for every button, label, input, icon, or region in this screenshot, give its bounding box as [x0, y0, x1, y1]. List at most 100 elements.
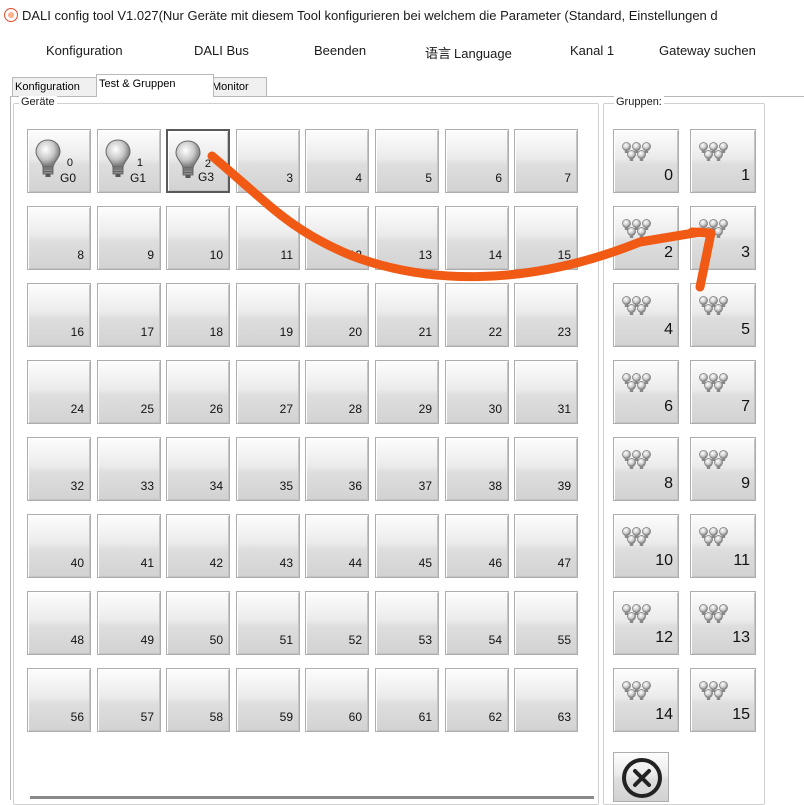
- tab-konfiguration[interactable]: Konfiguration: [12, 77, 101, 96]
- device-button[interactable]: 13: [375, 206, 439, 270]
- group-button[interactable]: 9: [690, 437, 756, 501]
- device-button[interactable]: 34: [166, 437, 230, 501]
- device-button[interactable]: 24: [27, 360, 91, 424]
- device-button[interactable]: 59: [236, 668, 300, 732]
- device-button[interactable]: 50: [166, 591, 230, 655]
- group-button[interactable]: 12: [613, 591, 679, 655]
- group-button[interactable]: 8: [613, 437, 679, 501]
- device-button[interactable]: 28: [305, 360, 369, 424]
- device-button[interactable]: 63: [514, 668, 578, 732]
- device-button[interactable]: 45: [375, 514, 439, 578]
- group-button[interactable]: 7: [690, 360, 756, 424]
- device-button[interactable]: 35: [236, 437, 300, 501]
- device-button[interactable]: 51: [236, 591, 300, 655]
- device-button[interactable]: 48: [27, 591, 91, 655]
- device-button[interactable]: 62: [445, 668, 509, 732]
- device-button[interactable]: 15: [514, 206, 578, 270]
- device-button[interactable]: 30: [445, 360, 509, 424]
- group-button[interactable]: 0: [613, 129, 679, 193]
- device-button[interactable]: 5: [375, 129, 439, 193]
- menu-gateway-suchen[interactable]: Gateway suchen: [659, 43, 756, 58]
- group-button[interactable]: 13: [690, 591, 756, 655]
- device-button[interactable]: 56: [27, 668, 91, 732]
- group-number: 6: [664, 398, 673, 415]
- group-button[interactable]: 3: [690, 206, 756, 270]
- device-button[interactable]: 8: [27, 206, 91, 270]
- group-button[interactable]: 15: [690, 668, 756, 732]
- menu-kanal[interactable]: Kanal 1: [570, 43, 614, 58]
- device-button[interactable]: 55: [514, 591, 578, 655]
- device-button[interactable]: 37: [375, 437, 439, 501]
- device-button[interactable]: 3: [236, 129, 300, 193]
- group-button[interactable]: 6: [613, 360, 679, 424]
- device-button[interactable]: 42: [166, 514, 230, 578]
- device-button[interactable]: 11: [236, 206, 300, 270]
- device-button[interactable]: 22: [445, 283, 509, 347]
- device-button[interactable]: 38: [445, 437, 509, 501]
- device-button[interactable]: 0 G0: [27, 129, 91, 193]
- device-button[interactable]: 27: [236, 360, 300, 424]
- device-button[interactable]: 25: [97, 360, 161, 424]
- device-button[interactable]: 39: [514, 437, 578, 501]
- device-button[interactable]: 54: [445, 591, 509, 655]
- device-button[interactable]: 61: [375, 668, 439, 732]
- device-button[interactable]: 52: [305, 591, 369, 655]
- device-button[interactable]: 18: [166, 283, 230, 347]
- bulb-group-icon: [699, 373, 728, 392]
- device-button[interactable]: 31: [514, 360, 578, 424]
- device-button[interactable]: 60: [305, 668, 369, 732]
- menu-beenden[interactable]: Beenden: [314, 43, 366, 58]
- device-button[interactable]: 49: [97, 591, 161, 655]
- device-button[interactable]: 58: [166, 668, 230, 732]
- device-button[interactable]: 16: [27, 283, 91, 347]
- group-button[interactable]: 1: [690, 129, 756, 193]
- menu-language[interactable]: 语言 Language: [425, 43, 512, 62]
- device-number: 6: [495, 171, 502, 185]
- device-button[interactable]: 7: [514, 129, 578, 193]
- group-button[interactable]: 4: [613, 283, 679, 347]
- group-button[interactable]: 2: [613, 206, 679, 270]
- group-button[interactable]: 5: [690, 283, 756, 347]
- device-button[interactable]: 47: [514, 514, 578, 578]
- device-button[interactable]: 46: [445, 514, 509, 578]
- group-button[interactable]: 14: [613, 668, 679, 732]
- tab-test-gruppen[interactable]: Test & Gruppen: [96, 74, 214, 97]
- device-button[interactable]: 6: [445, 129, 509, 193]
- menu-konfiguration[interactable]: Konfiguration: [46, 43, 123, 58]
- device-button[interactable]: 44: [305, 514, 369, 578]
- device-button[interactable]: 26: [166, 360, 230, 424]
- device-number: 13: [418, 248, 432, 262]
- device-button[interactable]: 41: [97, 514, 161, 578]
- device-button[interactable]: 21: [375, 283, 439, 347]
- device-button[interactable]: 19: [236, 283, 300, 347]
- device-button[interactable]: 17: [97, 283, 161, 347]
- device-button[interactable]: 12: [305, 206, 369, 270]
- device-button[interactable]: 29: [375, 360, 439, 424]
- device-button[interactable]: 33: [97, 437, 161, 501]
- group-button[interactable]: 11: [690, 514, 756, 578]
- menu-dali-bus[interactable]: DALI Bus: [194, 43, 249, 58]
- device-button[interactable]: 36: [305, 437, 369, 501]
- title-bar: DALI config tool V1.027(Nur Geräte mit d…: [0, 0, 804, 30]
- cancel-button[interactable]: [613, 752, 669, 802]
- bulb-group-icon: [622, 681, 651, 700]
- device-number: 53: [418, 633, 432, 647]
- tab-monitor[interactable]: Monitor: [209, 77, 267, 96]
- device-number: 59: [279, 710, 293, 724]
- group-number: 11: [733, 552, 750, 569]
- device-button[interactable]: 2 G3: [166, 129, 230, 193]
- device-button[interactable]: 4: [305, 129, 369, 193]
- device-button[interactable]: 14: [445, 206, 509, 270]
- device-button[interactable]: 43: [236, 514, 300, 578]
- device-button[interactable]: 23: [514, 283, 578, 347]
- device-button[interactable]: 57: [97, 668, 161, 732]
- device-button[interactable]: 9: [97, 206, 161, 270]
- device-button[interactable]: 1 G1: [97, 129, 161, 193]
- group-button[interactable]: 10: [613, 514, 679, 578]
- device-button[interactable]: 53: [375, 591, 439, 655]
- device-button[interactable]: 10: [166, 206, 230, 270]
- bulb-group-icon: [622, 450, 651, 469]
- device-button[interactable]: 20: [305, 283, 369, 347]
- device-button[interactable]: 40: [27, 514, 91, 578]
- device-button[interactable]: 32: [27, 437, 91, 501]
